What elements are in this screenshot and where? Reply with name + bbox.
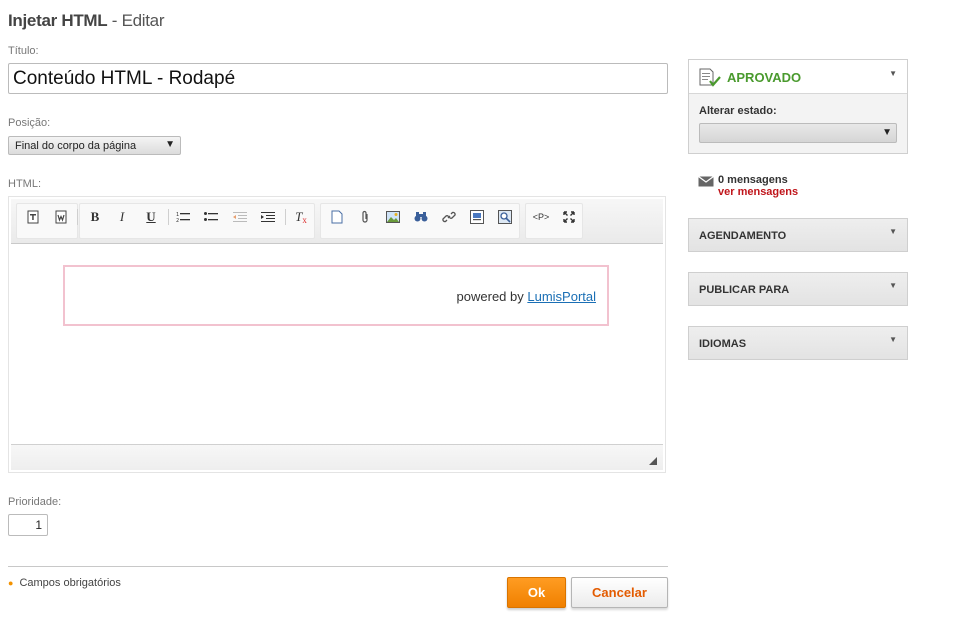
find-icon[interactable]	[410, 207, 432, 227]
expand-icon: ▼	[889, 335, 897, 344]
required-note-text: Campos obrigatórios	[19, 577, 121, 589]
messages-count: 0 mensagens	[718, 174, 788, 186]
alter-state-label: Alterar estado:	[699, 105, 777, 117]
editor-status-bar	[11, 444, 663, 470]
panel-agendamento[interactable]: AGENDAMENTO ▼	[688, 218, 908, 252]
lumisportal-link[interactable]: LumisPortal	[527, 289, 596, 304]
link-icon[interactable]	[438, 207, 460, 227]
panel-idiomas[interactable]: IDIOMAS ▼	[688, 326, 908, 360]
page-title-suffix: - Editar	[107, 11, 165, 30]
powered-by-text: powered by LumisPortal	[457, 289, 596, 304]
posicao-label: Posição:	[8, 117, 51, 129]
template-icon[interactable]	[22, 207, 44, 227]
source-icon[interactable]: <P>	[530, 207, 552, 227]
status-box: APROVADO ▼ Alterar estado: ▼	[688, 59, 908, 154]
panel-idiomas-title: IDIOMAS	[699, 338, 747, 350]
toolbar-separator	[285, 209, 286, 225]
remove-format-icon[interactable]: Tx	[290, 207, 312, 227]
posicao-select[interactable]: Final do corpo da página ▼	[8, 136, 181, 155]
expand-icon: ▼	[889, 281, 897, 290]
panel-publicar-para-title: PUBLICAR PARA	[699, 284, 790, 296]
approved-document-icon	[699, 68, 721, 93]
form-divider	[8, 566, 668, 567]
underline-icon[interactable]: U	[140, 207, 162, 227]
view-messages-link[interactable]: ver mensagens	[718, 186, 798, 198]
html-editor: B I U 12 Tx <P> powered by LumisPortal	[8, 196, 666, 473]
outdent-icon[interactable]	[229, 207, 251, 227]
indent-icon[interactable]	[257, 207, 279, 227]
toolbar-separator	[77, 209, 78, 225]
html-label: HTML:	[8, 178, 41, 190]
maximize-icon[interactable]	[558, 207, 580, 227]
image-icon[interactable]	[382, 207, 404, 227]
titulo-label: Título:	[8, 45, 39, 57]
footer-box: powered by LumisPortal	[63, 265, 609, 326]
page-title-main: Injetar HTML	[8, 11, 108, 30]
bulleted-list-icon[interactable]	[200, 207, 222, 227]
attach-icon[interactable]	[354, 207, 376, 227]
italic-icon[interactable]: I	[111, 207, 133, 227]
page-title: Injetar HTML - Editar	[8, 11, 164, 31]
status-label: APROVADO	[727, 70, 802, 85]
expand-icon: ▼	[889, 227, 897, 236]
ok-button[interactable]: Ok	[507, 577, 566, 608]
dropdown-arrow-icon: ▼	[165, 139, 175, 150]
paste-word-icon[interactable]	[50, 207, 72, 227]
panel-publicar-para[interactable]: PUBLICAR PARA ▼	[688, 272, 908, 306]
status-header[interactable]: APROVADO ▼	[689, 60, 907, 94]
svg-text:2: 2	[176, 218, 179, 223]
numbered-list-icon[interactable]: 12	[172, 207, 194, 227]
toolbar-separator	[168, 209, 169, 225]
prioridade-label: Prioridade:	[8, 496, 62, 508]
prioridade-input[interactable]	[8, 514, 48, 536]
dropdown-arrow-icon: ▼	[882, 127, 892, 138]
required-bullet-icon: ●	[8, 578, 14, 588]
resize-handle-icon[interactable]	[649, 457, 657, 465]
posicao-select-value: Final do corpo da página	[15, 140, 137, 152]
powered-by-label: powered by	[456, 289, 528, 304]
editor-content[interactable]: powered by LumisPortal	[11, 245, 663, 443]
anchor-icon[interactable]	[466, 207, 488, 227]
envelope-icon	[698, 174, 714, 192]
preview-icon[interactable]	[494, 207, 516, 227]
collapse-icon[interactable]: ▼	[889, 69, 897, 78]
alter-state-select[interactable]: ▼	[699, 123, 897, 143]
titulo-input[interactable]	[8, 63, 668, 94]
panel-agendamento-title: AGENDAMENTO	[699, 230, 787, 242]
cancel-button[interactable]: Cancelar	[571, 577, 668, 608]
editor-toolbar: B I U 12 Tx <P>	[11, 199, 663, 244]
new-page-icon[interactable]	[326, 207, 348, 227]
required-note: ● Campos obrigatórios	[8, 577, 121, 589]
bold-icon[interactable]: B	[84, 207, 106, 227]
